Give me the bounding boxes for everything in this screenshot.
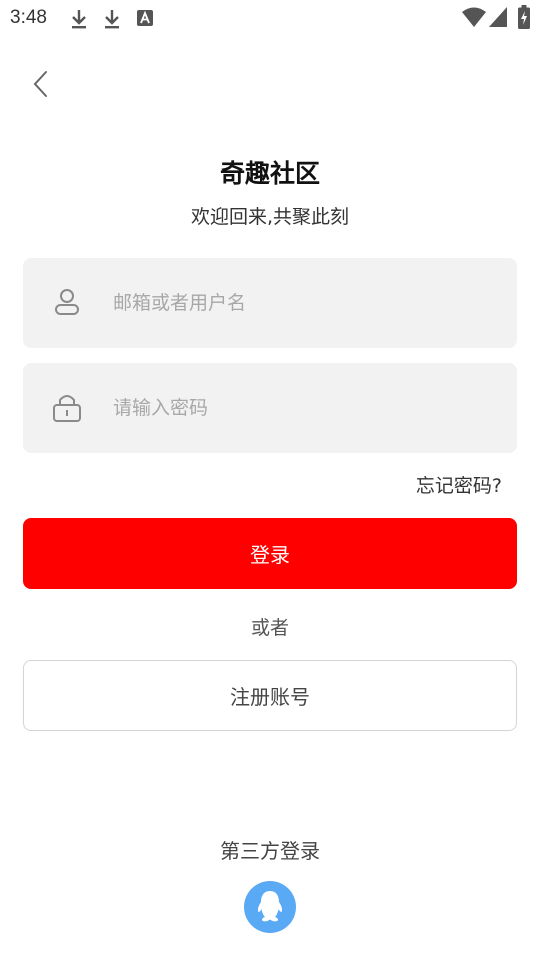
download-icon bbox=[105, 10, 119, 29]
wifi-icon bbox=[462, 7, 486, 27]
battery-charging-icon bbox=[518, 5, 530, 29]
or-divider-text: 或者 bbox=[250, 617, 289, 639]
user-icon bbox=[55, 289, 79, 315]
welcome-subtitle: 欢迎回来,共聚此刻 bbox=[190, 206, 350, 228]
password-input[interactable] bbox=[113, 363, 503, 453]
keyboard-a-icon bbox=[137, 10, 153, 26]
status-time: 3:48 bbox=[10, 7, 47, 28]
download-icon bbox=[72, 10, 86, 29]
chevron-left-icon bbox=[33, 71, 47, 97]
register-button[interactable]: 注册账号 bbox=[23, 660, 517, 731]
status-bar: 3:48 bbox=[0, 0, 540, 36]
forgot-password-link[interactable]: 忘记密码? bbox=[416, 471, 502, 498]
third-party-login-label: 第三方登录 bbox=[220, 839, 320, 863]
qq-icon bbox=[244, 881, 296, 933]
signal-icon bbox=[489, 7, 507, 27]
username-input[interactable] bbox=[113, 258, 503, 348]
username-field bbox=[23, 258, 517, 348]
password-field bbox=[23, 363, 517, 453]
login-button[interactable]: 登录 bbox=[23, 518, 517, 589]
lock-icon bbox=[53, 395, 81, 422]
back-button[interactable] bbox=[24, 64, 60, 104]
qq-login-button[interactable] bbox=[244, 881, 296, 933]
app-title: 奇趣社区 bbox=[219, 159, 320, 188]
